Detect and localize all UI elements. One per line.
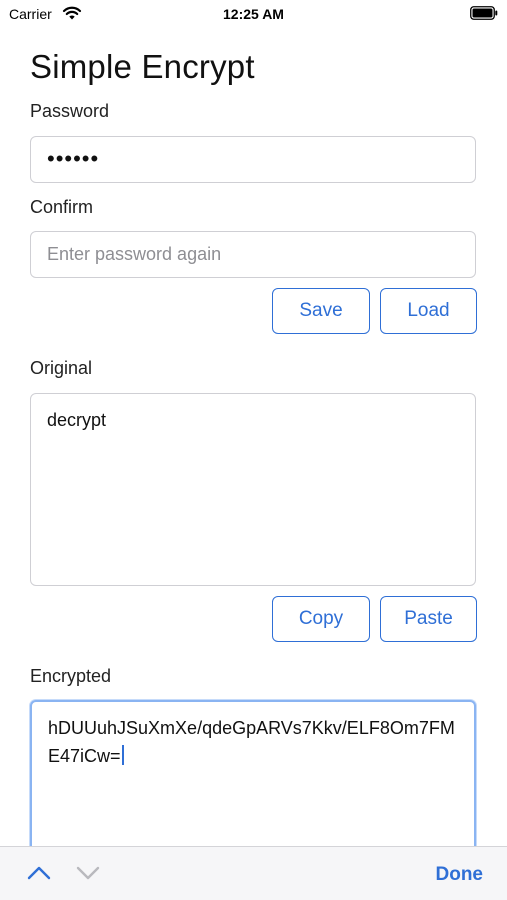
clock: 12:25 AM [223,6,284,22]
keyboard-accessory-bar: Done [0,846,507,900]
load-button[interactable]: Load [380,288,477,334]
paste-button[interactable]: Paste [380,596,477,642]
confirm-placeholder: Enter password again [47,244,222,264]
password-value: •••••• [47,146,100,171]
password-field[interactable]: •••••• [30,136,476,183]
app-screen: Carrier 12:25 AM Simple Encrypt Password… [0,0,507,900]
text-caret [121,745,124,765]
original-text: decrypt [47,410,107,430]
encrypted-label: Encrypted [30,666,112,686]
battery-icon [470,6,498,20]
copy-button[interactable]: Copy [272,596,370,642]
save-button[interactable]: Save [272,288,370,334]
encrypted-text: hDUUuhJSuXmXe/qdeGpARVs7Kkv/ELF8Om7FME47… [48,718,455,766]
status-bar: Carrier 12:25 AM [0,0,507,28]
confirm-label: Confirm [30,197,94,217]
done-button[interactable]: Done [436,864,484,886]
password-label: Password [30,101,110,121]
original-textarea[interactable]: decrypt [30,393,476,586]
confirm-password-field[interactable]: Enter password again [30,231,476,278]
original-label: Original [30,358,93,378]
page-title: Simple Encrypt [30,48,255,85]
chevron-up-icon[interactable] [27,864,51,882]
chevron-down-icon[interactable] [76,864,100,882]
encrypted-text-wrap: hDUUuhJSuXmXe/qdeGpARVs7Kkv/ELF8Om7FME47… [48,714,462,770]
